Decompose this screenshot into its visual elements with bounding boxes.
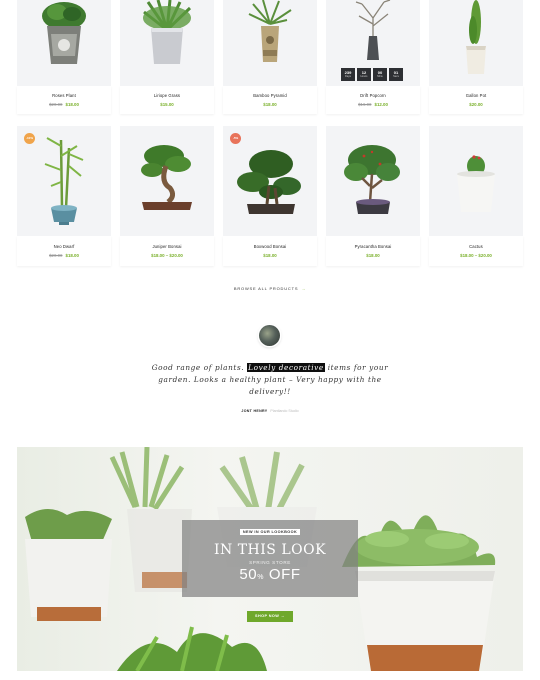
product-grid-row-1: Roses Plant $20.00 $18.00 Liriope Grass $…	[17, 0, 523, 114]
quote-highlight: Lovely decorative	[247, 363, 325, 372]
price: $20.00	[469, 102, 483, 107]
price: $12.00	[374, 102, 388, 107]
product-name[interactable]: Pyracantha Bonsai	[326, 244, 420, 249]
product-name[interactable]: Juniper Bonsai	[120, 244, 214, 249]
product-card[interactable]: Liriope Grass $15.00	[120, 0, 214, 114]
product-card[interactable]: 239 Days 12 Hours 00 Mins 01 Secs Drift Popc…	[326, 0, 420, 114]
lookbook-subtitle: SPRING STORE	[249, 560, 291, 565]
lookbook-overlay: NEW IN OUR LOOKBOOK IN THIS LOOK SPRING …	[182, 520, 358, 597]
price: $18.00 – $20.00	[151, 253, 183, 258]
product-name[interactable]: Roses Plant	[17, 93, 111, 98]
product-card[interactable]: Gallon Pot $20.00	[429, 0, 523, 114]
sale-countdown: 239 Days 12 Hours 00 Mins 01 Secs	[341, 68, 403, 81]
product-grid-row-2: -10% Neo Dwarf $20.00 $18.00 Juniper Bon…	[17, 126, 523, 266]
price: $18.00	[65, 253, 79, 258]
testimonial-author: JONT HENRY Plantlando Studio	[0, 409, 540, 413]
product-name[interactable]: Gallon Pot	[429, 93, 523, 98]
product-image[interactable]	[120, 0, 214, 86]
testimonial-avatar	[259, 325, 280, 346]
old-price: $20.00	[49, 102, 63, 107]
price: $18.00	[65, 102, 79, 107]
product-card[interactable]: -5% Boxwood Bonsai $18.00	[223, 126, 317, 266]
lookbook-title: IN THIS LOOK	[213, 542, 327, 558]
product-image[interactable]: 239 Days 12 Hours 00 Mins 01 Secs	[326, 0, 420, 86]
price: $15.00	[160, 102, 174, 107]
product-card[interactable]: -10% Neo Dwarf $20.00 $18.00	[17, 126, 111, 266]
product-card[interactable]: Cactus $18.00 – $20.00	[429, 126, 523, 266]
arrow-right-icon: →	[301, 286, 307, 291]
shop-now-button[interactable]: SHOP NOW →	[247, 611, 293, 622]
product-name[interactable]: Cactus	[429, 244, 523, 249]
product-name[interactable]: Drift Popcorn	[326, 93, 420, 98]
sale-badge: -5%	[230, 133, 241, 144]
product-image[interactable]	[429, 0, 523, 86]
product-name[interactable]: Boxwood Bonsai	[223, 244, 317, 249]
lookbook-banner: NEW IN OUR LOOKBOOK IN THIS LOOK SPRING …	[17, 447, 523, 671]
lookbook-tag: NEW IN OUR LOOKBOOK	[239, 529, 301, 535]
price: $18.00	[263, 102, 277, 107]
old-price: $16.00	[358, 102, 372, 107]
price: $18.00 – $20.00	[460, 253, 492, 258]
product-card[interactable]: Pyracantha Bonsai $18.00	[326, 126, 420, 266]
product-card[interactable]: Roses Plant $20.00 $18.00	[17, 0, 111, 114]
product-card[interactable]: Juniper Bonsai $18.00 – $20.00	[120, 126, 214, 266]
author-role: Plantlando Studio	[270, 409, 299, 413]
browse-all-products-link[interactable]: BROWSE ALL PRODUCTS →	[0, 286, 540, 291]
price: $18.00	[366, 253, 380, 258]
product-image[interactable]	[326, 126, 420, 236]
product-name[interactable]: Bamboo Pyramid	[223, 93, 317, 98]
sale-badge: -10%	[24, 133, 35, 144]
product-name[interactable]: Neo Dwarf	[17, 244, 111, 249]
author-name: JONT HENRY	[241, 409, 268, 413]
product-image[interactable]	[17, 0, 111, 86]
offer-text: 50% OFF	[239, 566, 301, 583]
product-name[interactable]: Liriope Grass	[120, 93, 214, 98]
price: $18.00	[263, 253, 277, 258]
product-image[interactable]	[223, 0, 317, 86]
product-image[interactable]	[429, 126, 523, 236]
testimonial-quote: Good range of plants. Lovely decorative …	[151, 363, 389, 396]
old-price: $20.00	[49, 253, 63, 258]
browse-label[interactable]: BROWSE ALL PRODUCTS	[234, 286, 298, 291]
product-image[interactable]	[120, 126, 214, 236]
product-card[interactable]: Bamboo Pyramid $18.00	[223, 0, 317, 114]
